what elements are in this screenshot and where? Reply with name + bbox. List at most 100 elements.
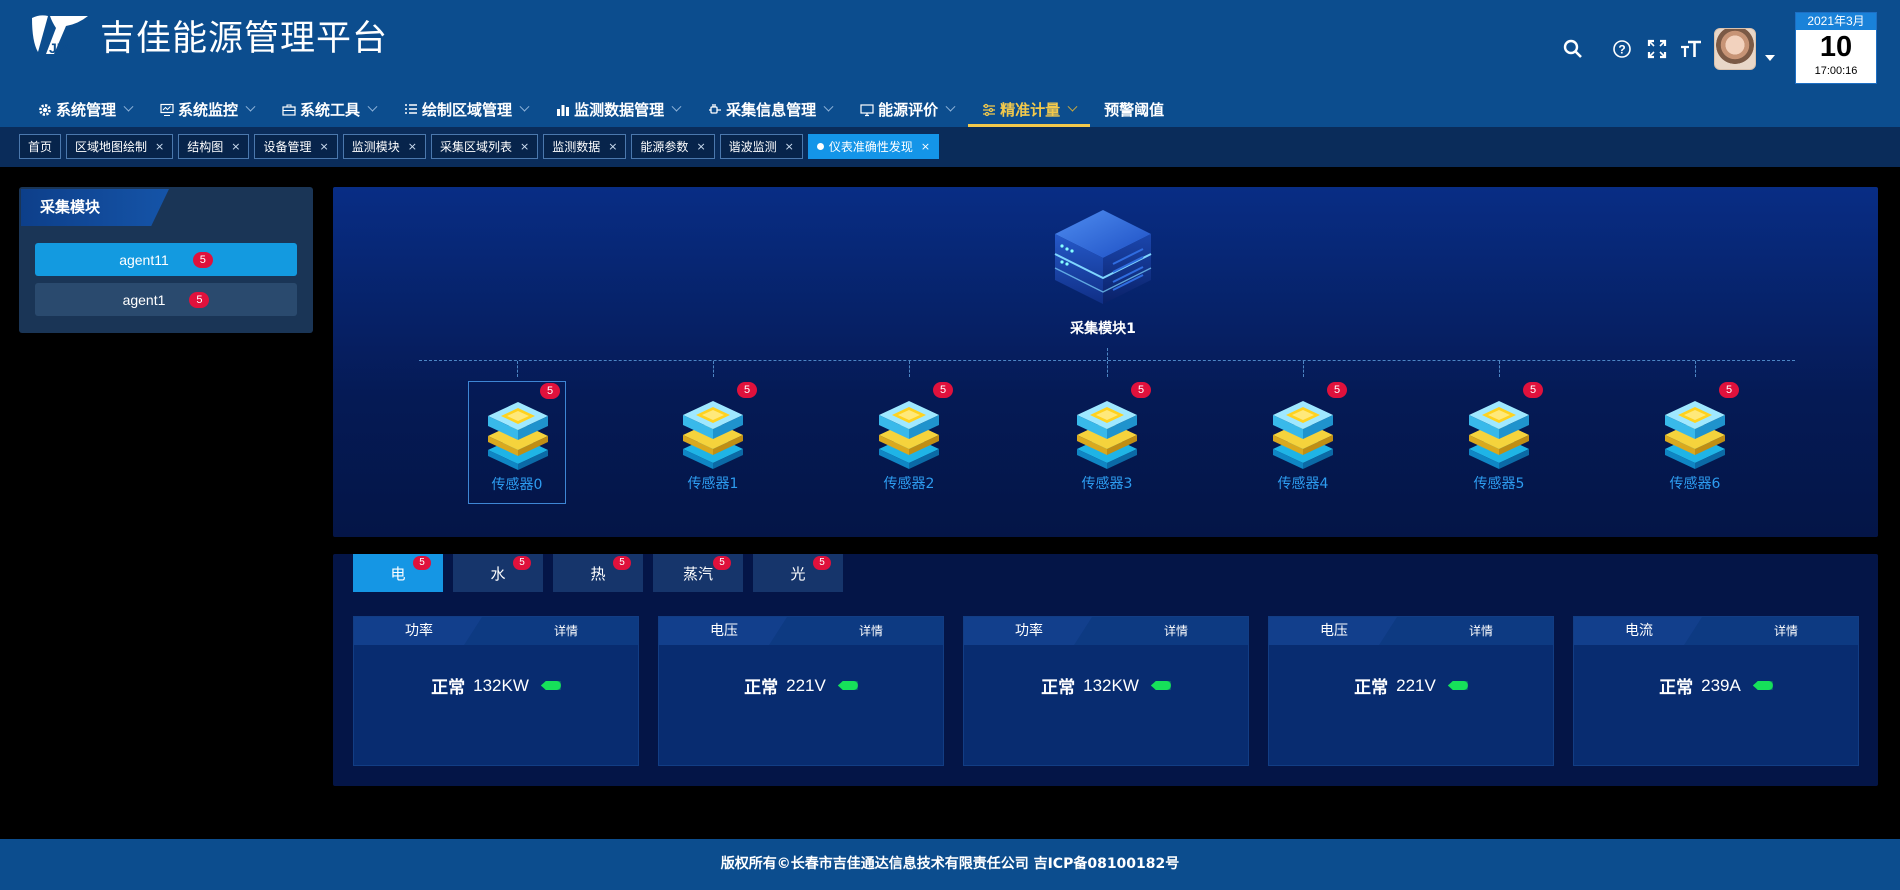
collection-module-panel: 采集模块 agent11 5 agent1 5 <box>19 187 313 333</box>
nav-label: 系统工具 <box>300 101 361 119</box>
help-icon[interactable]: ? <box>1610 37 1634 61</box>
app-root: JIA 吉佳能源管理平台 ? 2021年3月 10 17:00:16 系统管理 <box>0 0 1900 890</box>
tab-home[interactable]: 首页 <box>19 134 62 159</box>
energy-tab-water[interactable]: 水5 <box>453 554 543 592</box>
nav-label: 精准计量 <box>1000 101 1061 119</box>
sensor-item[interactable]: 5 传感器4 <box>1254 381 1352 504</box>
nav-area-drawing[interactable]: 绘制区域管理 <box>390 93 542 126</box>
chevron-down-icon <box>671 101 682 112</box>
count-badge: 5 <box>1523 382 1543 398</box>
metric-card: 功率 详情 正常 132KW <box>353 616 639 766</box>
tab-label: 采集区域列表 <box>439 140 512 154</box>
search-icon[interactable] <box>1561 37 1585 61</box>
nav-collection-info[interactable]: 采集信息管理 <box>694 93 846 126</box>
calendar-time: 17:00:16 <box>1814 65 1858 77</box>
close-icon[interactable]: × <box>921 140 930 153</box>
tab-harmonic-monitor[interactable]: 谐波监测 × <box>719 134 803 159</box>
sensor-item[interactable]: 5 传感器0 <box>468 381 566 504</box>
energy-tab-electric[interactable]: 电5 <box>353 554 443 592</box>
sensor-label: 传感器5 <box>1473 476 1525 492</box>
sensor-label: 传感器6 <box>1669 476 1721 492</box>
nav-system-monitor[interactable]: 系统监控 <box>146 93 268 126</box>
chevron-down-icon <box>245 101 256 112</box>
agent-item-agent1[interactable]: agent1 5 <box>35 283 297 316</box>
sensor-label: 传感器4 <box>1277 476 1329 492</box>
logo-text: JIA <box>49 40 71 56</box>
copyright-text: 版权所有©长春市吉佳通达信息技术有限责任公司 吉ICP备08100182号 <box>720 856 1180 872</box>
count-badge: 5 <box>540 383 560 399</box>
energy-tab-label: 光 <box>790 564 806 583</box>
sensor-label: 传感器1 <box>687 476 739 492</box>
close-icon[interactable]: × <box>696 140 705 153</box>
calendar-widget: 2021年3月 10 17:00:16 <box>1795 12 1877 84</box>
close-icon[interactable]: × <box>785 140 794 153</box>
tab-label: 监测模块 <box>351 140 400 154</box>
calendar-day: 10 <box>1819 31 1853 63</box>
card-header: 电压 详情 <box>1269 617 1553 645</box>
detail-link[interactable]: 详情 <box>554 617 578 645</box>
agent-item-agent11[interactable]: agent11 5 <box>35 243 297 276</box>
sensor-item[interactable]: 5 传感器6 <box>1646 381 1744 504</box>
module-label: 采集模块1 <box>1070 321 1136 337</box>
close-icon[interactable]: × <box>320 140 329 153</box>
detail-link[interactable]: 详情 <box>859 617 883 645</box>
logo: JIA <box>28 12 90 56</box>
metric-value: 132KW <box>473 675 529 695</box>
tab-structure[interactable]: 结构图 × <box>178 134 250 159</box>
agent-label: agent1 <box>122 291 166 308</box>
sensor-item[interactable]: 5 传感器2 <box>860 381 958 504</box>
nav-energy-evaluation[interactable]: 能源评价 <box>846 93 968 126</box>
close-icon[interactable]: × <box>608 140 617 153</box>
nav-label: 采集信息管理 <box>726 101 817 119</box>
server-icon[interactable] <box>1048 202 1158 312</box>
sensor-item[interactable]: 5 传感器1 <box>664 381 762 504</box>
energy-tab-label: 热 <box>590 564 606 583</box>
sensor-icon <box>683 401 743 469</box>
close-icon[interactable]: × <box>231 140 240 153</box>
status-led-icon <box>1752 681 1773 690</box>
sensor-item[interactable]: 5 传感器3 <box>1058 381 1156 504</box>
detail-link[interactable]: 详情 <box>1774 617 1798 645</box>
nav-label: 能源评价 <box>878 101 939 119</box>
tab-meter-accuracy[interactable]: 仪表准确性发现 × <box>807 134 940 159</box>
sensor-item[interactable]: 5 传感器5 <box>1450 381 1548 504</box>
tab-energy-params[interactable]: 能源参数 × <box>631 134 715 159</box>
nav-system-tools[interactable]: 系统工具 <box>268 93 390 126</box>
nav-alert-threshold[interactable]: 预警阈值 <box>1090 93 1178 126</box>
tab-label: 监测数据 <box>552 140 601 154</box>
energy-tab-steam[interactable]: 蒸汽 5 <box>653 554 743 592</box>
tab-area-map[interactable]: 区域地图绘制 × <box>66 134 174 159</box>
avatar[interactable] <box>1714 28 1756 70</box>
count-badge: 5 <box>1327 382 1347 398</box>
metric-card: 电压 详情正常 221V <box>1268 616 1554 766</box>
energy-tab-heat[interactable]: 热5 <box>553 554 643 592</box>
chevron-down-icon <box>945 101 956 112</box>
count-badge: 5 <box>813 556 831 570</box>
nav-monitor-data[interactable]: 监测数据管理 <box>542 93 694 126</box>
tab-label: 谐波监测 <box>728 140 777 154</box>
close-icon[interactable]: × <box>520 140 529 153</box>
tab-collection-area-list[interactable]: 采集区域列表 × <box>430 134 539 159</box>
close-icon[interactable]: × <box>408 140 417 153</box>
sensor-icon <box>488 402 548 470</box>
nav-system-management[interactable]: 系统管理 <box>24 93 146 126</box>
energy-tab-light[interactable]: 光5 <box>753 554 843 592</box>
list-icon <box>404 103 418 117</box>
font-size-icon[interactable] <box>1679 37 1703 61</box>
tab-monitor-module[interactable]: 监测模块 × <box>342 134 426 159</box>
card-title: 电流 <box>1574 617 1702 645</box>
detail-link[interactable]: 详情 <box>1469 617 1493 645</box>
gear-icon <box>38 103 52 117</box>
detail-link[interactable]: 详情 <box>1164 617 1188 645</box>
tab-device-management[interactable]: 设备管理 × <box>254 134 338 159</box>
fullscreen-icon[interactable] <box>1645 37 1669 61</box>
open-tabs: 首页 区域地图绘制 × 结构图 × 设备管理 × 监测模块 × 采集区域列表 × 监测数据… <box>19 134 940 159</box>
plug-icon <box>708 103 722 117</box>
nav-precise-metering[interactable]: 精准计量 <box>968 93 1091 127</box>
sensor-label: 传感器0 <box>491 477 543 493</box>
close-icon[interactable]: × <box>155 140 164 153</box>
card-value: 正常 221V <box>1269 673 1553 698</box>
chevron-down-icon[interactable] <box>1765 55 1775 61</box>
tab-monitor-data[interactable]: 监测数据 × <box>543 134 627 159</box>
count-badge: 5 <box>513 556 531 570</box>
